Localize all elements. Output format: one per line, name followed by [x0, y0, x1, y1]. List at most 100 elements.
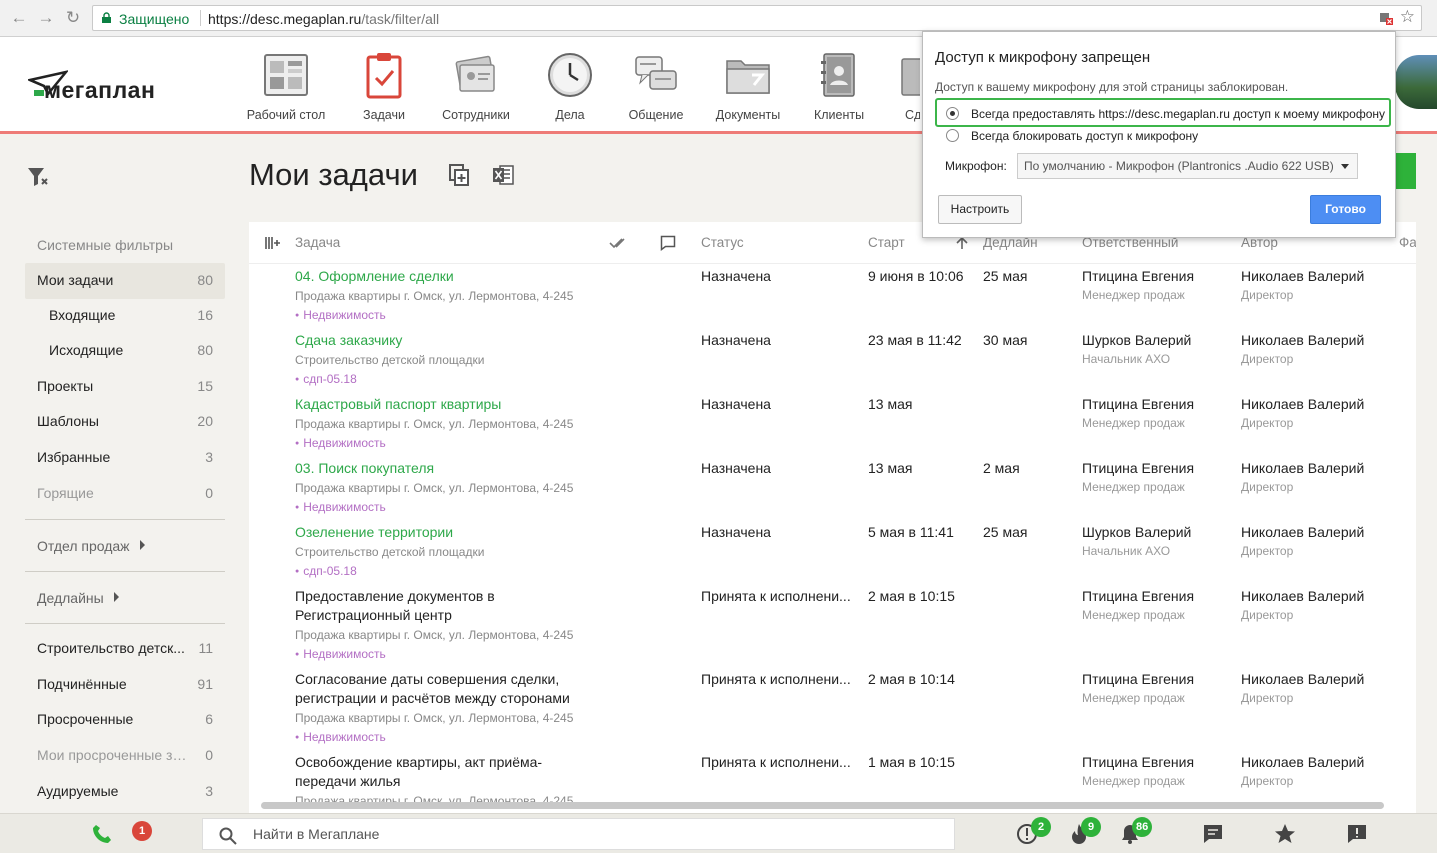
nav-tasks[interactable]: Задачи: [339, 51, 429, 122]
task-tag[interactable]: сдп-05.18: [295, 563, 575, 580]
author-name[interactable]: Николаев Валерий: [1241, 395, 1364, 414]
configure-button[interactable]: Настроить: [938, 195, 1022, 224]
nav-desktop[interactable]: Рабочий стол: [241, 51, 331, 122]
sidebar-item-hot[interactable]: Горящие 0: [25, 476, 225, 512]
bookmark-star-icon[interactable]: ☆: [1400, 7, 1415, 27]
sidebar-group-deadlines[interactable]: Дедлайны: [37, 590, 119, 606]
task-tag[interactable]: сдп-05.18: [295, 371, 575, 388]
task-name[interactable]: Согласование даты совершения сделки, рег…: [295, 670, 575, 708]
responsible-name[interactable]: Шурков Валерий: [1082, 523, 1191, 542]
done-button[interactable]: Готово: [1310, 195, 1381, 224]
task-project[interactable]: Строительство детской площадки: [295, 544, 575, 561]
copy-add-icon[interactable]: [449, 164, 469, 186]
sidebar-item-favorites[interactable]: Избранные 3: [25, 440, 225, 476]
address-bar[interactable]: Защищено https://desc.megaplan.ru/task/f…: [92, 5, 1422, 31]
author-name[interactable]: Николаев Валерий: [1241, 267, 1364, 286]
mic-select[interactable]: По умолчанию - Микрофон (Plantronics .Au…: [1017, 153, 1358, 179]
feedback-icon[interactable]: [1346, 823, 1368, 845]
responsible-name[interactable]: Птицина Евгения: [1082, 395, 1194, 414]
task-project[interactable]: Продажа квартиры г. Омск, ул. Лермонтова…: [295, 288, 575, 305]
excel-export-icon[interactable]: [492, 164, 514, 186]
task-project[interactable]: Продажа квартиры г. Омск, ул. Лермонтова…: [295, 627, 575, 644]
task-name[interactable]: Предоставление документов в Регистрацион…: [295, 587, 575, 625]
option-allow-label[interactable]: Всегда предоставлять https://desc.megapl…: [971, 107, 1385, 121]
nav-communication[interactable]: Общение: [611, 51, 701, 122]
author-name[interactable]: Николаев Валерий: [1241, 587, 1364, 606]
horizontal-scrollbar[interactable]: [261, 802, 1384, 809]
star-icon[interactable]: [1274, 823, 1296, 845]
messages-icon[interactable]: [1202, 823, 1224, 845]
nav-documents[interactable]: Документы: [703, 51, 793, 122]
task-name[interactable]: Освобождение квартиры, акт приёма-переда…: [295, 753, 575, 791]
author-name[interactable]: Николаев Валерий: [1241, 670, 1364, 689]
task-tag[interactable]: Недвижимость: [295, 646, 575, 663]
global-search[interactable]: [202, 818, 955, 850]
task-tag[interactable]: Недвижимость: [295, 435, 575, 452]
task-name[interactable]: 04. Оформление сделки: [295, 267, 575, 286]
sidebar-group-sales[interactable]: Отдел продаж: [37, 538, 145, 554]
reload-icon[interactable]: ↻: [62, 7, 84, 29]
nav-employees[interactable]: Сотрудники: [431, 51, 521, 122]
task-tag[interactable]: Недвижимость: [295, 307, 575, 324]
sidebar-item-my-overdue[interactable]: Мои просроченные за... 0: [25, 738, 225, 774]
notifications-badge[interactable]: 86: [1132, 817, 1153, 837]
sidebar-item-my-tasks[interactable]: Мои задачи 80: [25, 263, 225, 299]
search-input[interactable]: [253, 819, 943, 849]
author-name[interactable]: Николаев Валерий: [1241, 523, 1364, 542]
sidebar-item-audited[interactable]: Аудируемые 3: [25, 774, 225, 810]
back-icon[interactable]: ←: [8, 7, 30, 29]
sidebar-item-subordinates[interactable]: Подчинённые 91: [25, 667, 225, 703]
responsible-name[interactable]: Шурков Валерий: [1082, 331, 1191, 350]
radio-allow[interactable]: [946, 107, 959, 120]
hot-badge[interactable]: 9: [1081, 817, 1101, 837]
mic-blocked-icon[interactable]: [1379, 11, 1393, 25]
nav-affairs[interactable]: Дела: [525, 51, 615, 122]
responsible-name[interactable]: Птицина Евгения: [1082, 459, 1194, 478]
alerts-badge[interactable]: 2: [1031, 817, 1051, 837]
logo-text[interactable]: мегаплан: [44, 77, 155, 104]
sidebar-item-projects[interactable]: Проекты 15: [25, 369, 225, 405]
double-check-icon[interactable]: [609, 237, 627, 249]
radio-block[interactable]: [946, 129, 959, 142]
task-name[interactable]: Озеленение территории: [295, 523, 575, 542]
responsible-name[interactable]: Птицина Евгения: [1082, 753, 1194, 772]
task-tag[interactable]: Недвижимость: [295, 499, 575, 516]
avatar[interactable]: [1395, 55, 1437, 109]
author-name[interactable]: Николаев Валерий: [1241, 459, 1364, 478]
responsible-name[interactable]: Птицина Евгения: [1082, 670, 1194, 689]
author-name[interactable]: Николаев Валерий: [1241, 331, 1364, 350]
col-task[interactable]: Задача: [295, 235, 340, 250]
divider: [25, 519, 225, 520]
sidebar-item-incoming[interactable]: Входящие 16: [25, 298, 225, 334]
responsible-name[interactable]: Птицина Евгения: [1082, 587, 1194, 606]
url-text[interactable]: https://desc.megaplan.ru/task/filter/all: [208, 11, 439, 27]
col-extra[interactable]: Фа: [1399, 235, 1416, 250]
nav-deals[interactable]: Сд: [870, 51, 920, 122]
col-start[interactable]: Старт: [868, 235, 905, 250]
task-project[interactable]: Продажа квартиры г. Омск, ул. Лермонтова…: [295, 710, 575, 727]
option-block-label[interactable]: Всегда блокировать доступ к микрофону: [971, 129, 1198, 143]
sidebar-item-overdue[interactable]: Просроченные 6: [25, 702, 225, 738]
missed-calls-badge[interactable]: 1: [132, 821, 152, 841]
task-name[interactable]: Кадастровый паспорт квартиры: [295, 395, 575, 414]
columns-settings-icon[interactable]: [264, 235, 280, 251]
desktop-icon: [264, 54, 308, 96]
sidebar-item-construction[interactable]: Строительство детск... 11: [25, 631, 225, 667]
task-project[interactable]: Строительство детской площадки: [295, 352, 575, 369]
col-status[interactable]: Статус: [701, 235, 744, 250]
task-name[interactable]: Сдача заказчику: [295, 331, 575, 350]
comment-icon[interactable]: [660, 235, 676, 251]
author-name[interactable]: Николаев Валерий: [1241, 753, 1364, 772]
task-name[interactable]: 03. Поиск покупателя: [295, 459, 575, 478]
forward-icon[interactable]: →: [35, 7, 57, 29]
sort-up-arrow-icon[interactable]: [956, 236, 968, 250]
responsible-name[interactable]: Птицина Евгения: [1082, 267, 1194, 286]
filter-clear-icon[interactable]: [27, 167, 49, 187]
task-project[interactable]: Продажа квартиры г. Омск, ул. Лермонтова…: [295, 480, 575, 497]
task-tag[interactable]: Недвижимость: [295, 729, 575, 746]
task-project[interactable]: Продажа квартиры г. Омск, ул. Лермонтова…: [295, 416, 575, 433]
phone-icon[interactable]: [92, 824, 112, 844]
sidebar-item-outgoing[interactable]: Исходящие 80: [25, 333, 225, 369]
task-author: Николаев Валерий Директор: [1241, 670, 1364, 708]
sidebar-item-templates[interactable]: Шаблоны 20: [25, 404, 225, 440]
